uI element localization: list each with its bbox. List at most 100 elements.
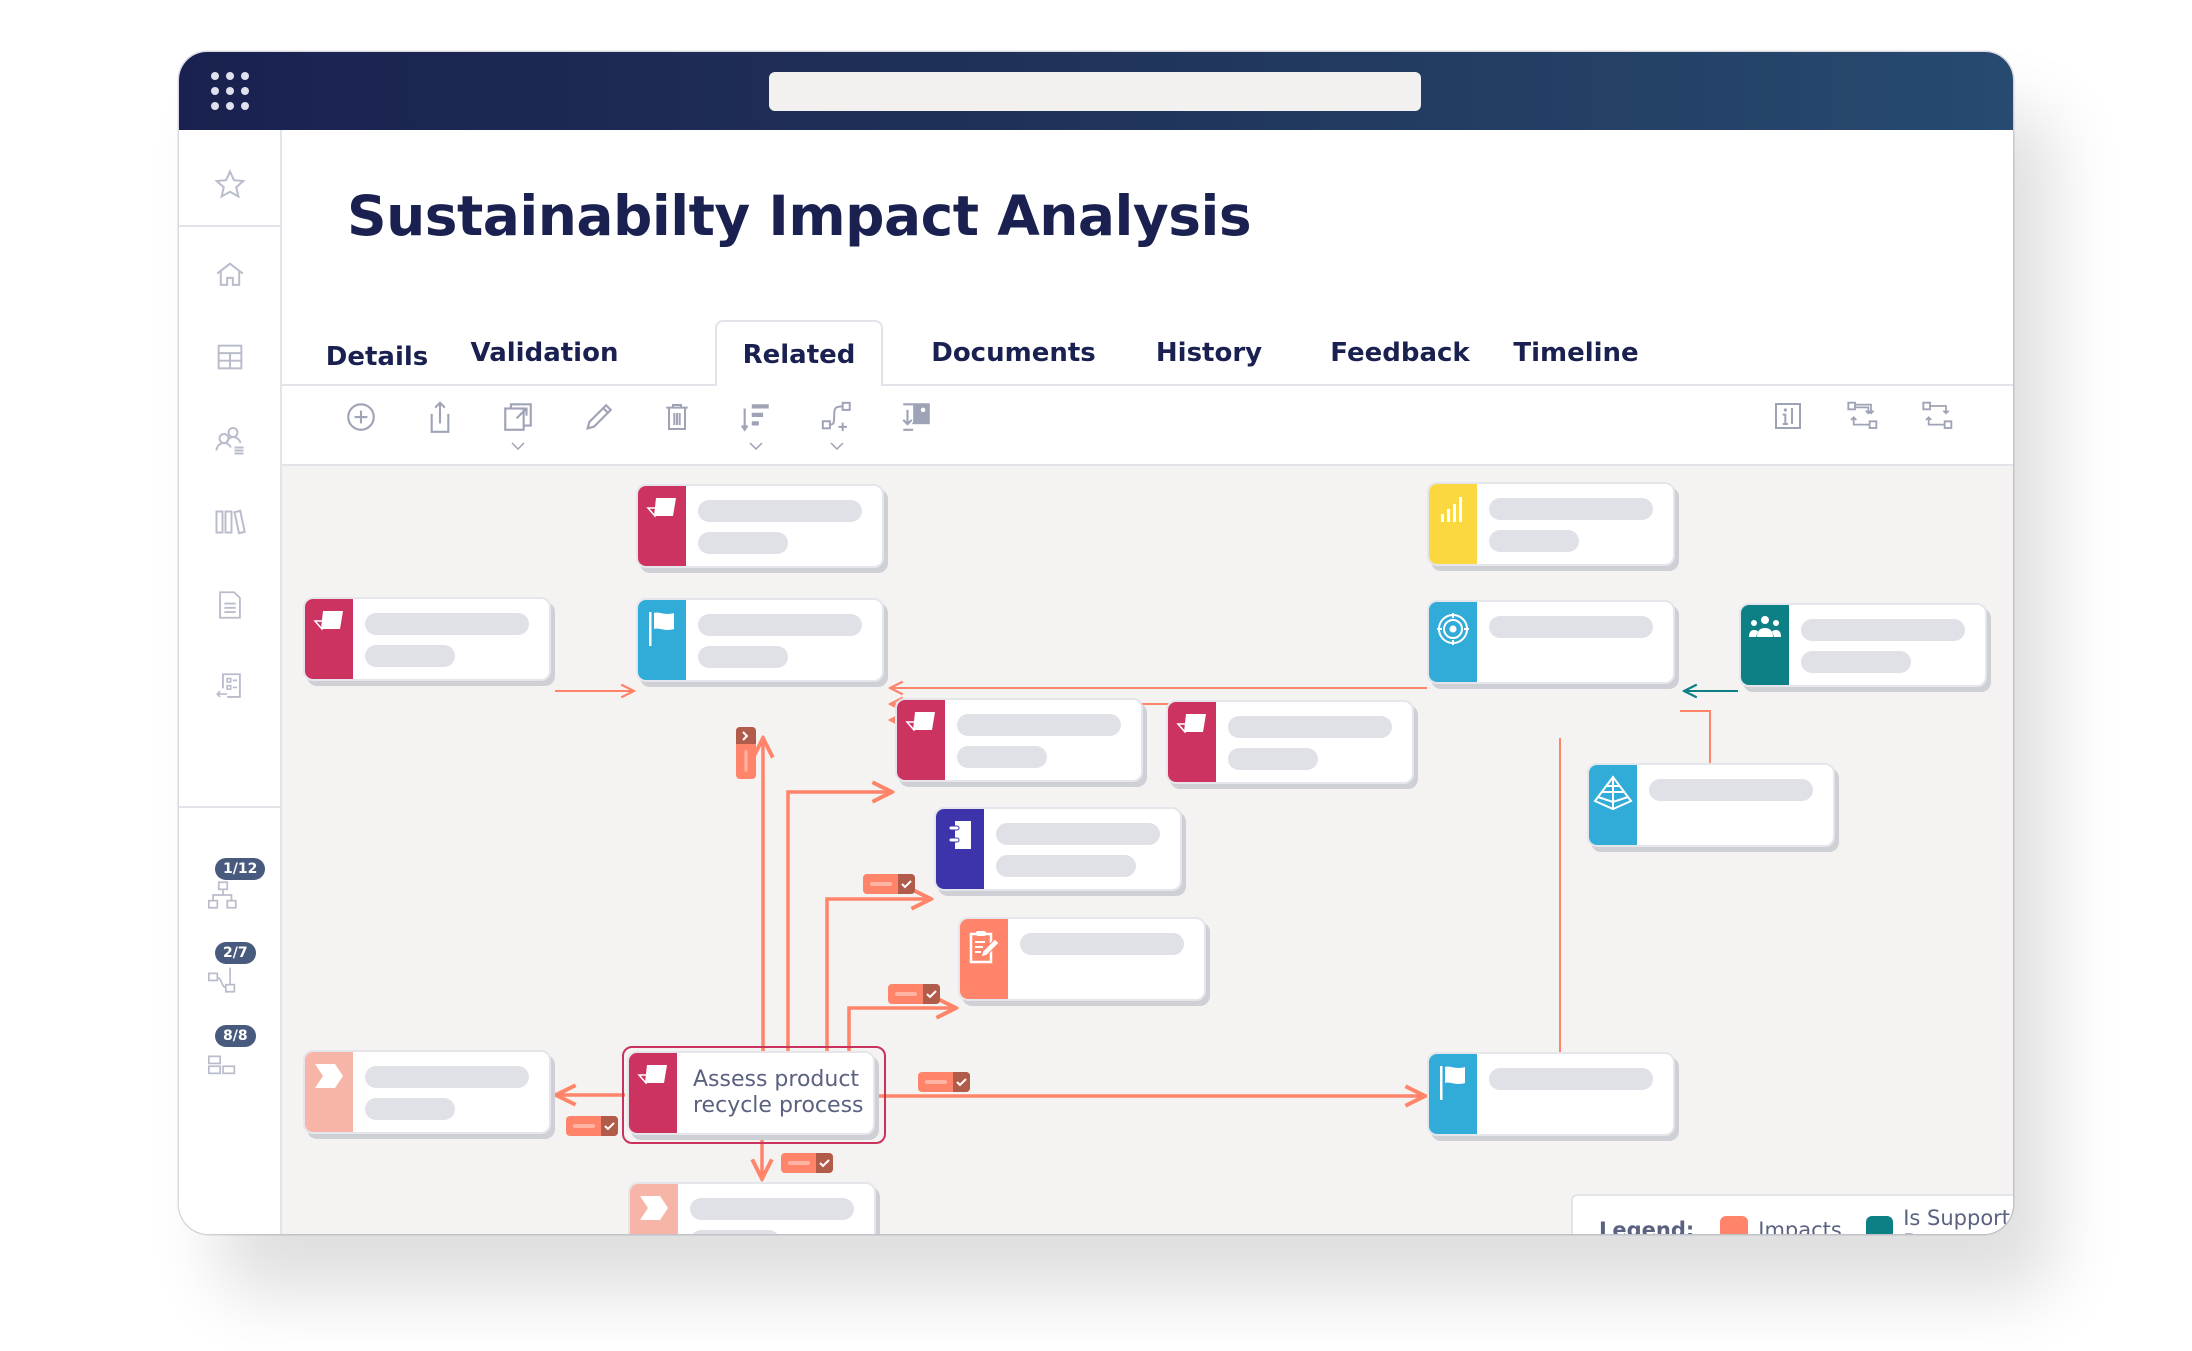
relations-canvas[interactable]: Assess product recycle process Legend: I… [282, 466, 2013, 1234]
tab-related[interactable]: Related [715, 320, 883, 388]
home-icon [216, 262, 243, 286]
delete-button[interactable] [655, 400, 699, 450]
node-type-band [630, 1184, 678, 1234]
document-icon [218, 591, 241, 619]
node-subtitle-placeholder [698, 646, 788, 668]
link-n8-n4[interactable] [786, 792, 892, 1052]
node-milestone[interactable] [636, 598, 884, 682]
export-button[interactable] [418, 400, 462, 450]
legend-title: Legend: [1599, 1217, 1695, 1235]
node-kpi[interactable] [1427, 482, 1675, 566]
relation-badge-collapse[interactable] [735, 726, 757, 780]
objective-icon [646, 498, 676, 518]
node-objective-selected[interactable]: Assess product recycle process [627, 1051, 875, 1135]
connect-icon [821, 401, 851, 432]
add-button[interactable] [339, 400, 383, 450]
connect-button[interactable] [815, 400, 859, 450]
download-image-icon [902, 403, 930, 431]
relations-button[interactable] [1916, 400, 1960, 450]
grid-count-badge: 8/8 [215, 1025, 256, 1047]
node-subtitle-placeholder [957, 746, 1047, 768]
swap-relations-icon [1847, 401, 1878, 429]
star-icon [213, 169, 246, 199]
sidebar-item-favorites[interactable] [179, 155, 280, 215]
node-team[interactable] [1739, 603, 1987, 687]
tab-validation[interactable]: Validation [457, 320, 632, 386]
search-input[interactable] [769, 72, 1421, 111]
node-goal[interactable] [1427, 600, 1675, 684]
relation-badge-approved[interactable] [780, 1152, 834, 1174]
legend-item-supported-by: Is Supported By [1865, 1205, 2013, 1235]
edit-button[interactable] [577, 400, 621, 450]
node-title-placeholder [1489, 498, 1653, 520]
legend-label: Is Supported By [1903, 1205, 2013, 1235]
sidebar-item-table[interactable] [179, 327, 280, 387]
node-process[interactable] [628, 1182, 876, 1234]
node-type-band [305, 1052, 353, 1132]
node-objective[interactable] [1166, 700, 1414, 784]
sidebar-view-flow[interactable]: 2/7 [179, 942, 280, 1002]
node-type-band [305, 599, 353, 679]
node-strategy[interactable] [1587, 763, 1835, 847]
tab-feedback[interactable]: Feedback [1315, 320, 1485, 386]
node-process[interactable] [303, 1050, 551, 1134]
node-objective[interactable] [303, 597, 551, 681]
sidebar-item-checklist[interactable] [179, 657, 280, 717]
node-title-placeholder [1649, 779, 1813, 801]
swap-relations-button[interactable] [1841, 400, 1885, 450]
app-launcher-icon[interactable] [211, 72, 251, 112]
node-type-band [1168, 702, 1216, 782]
sidebar-item-home[interactable] [179, 245, 280, 305]
sidebar-divider [179, 806, 280, 808]
toolbar [282, 386, 2013, 466]
sidebar-divider [179, 225, 280, 227]
download-image-button[interactable] [894, 400, 938, 450]
relation-badge-approved[interactable] [887, 983, 941, 1005]
legend-item-impacts: Impacts [1720, 1215, 1842, 1235]
node-milestone[interactable] [1427, 1052, 1675, 1136]
objective-icon [1176, 714, 1206, 734]
sidebar-view-grid[interactable]: 8/8 [179, 1025, 280, 1085]
chevron-process-icon [640, 1196, 668, 1220]
top-bar [179, 52, 2013, 130]
flow-icon [207, 967, 235, 993]
tab-documents[interactable]: Documents [906, 320, 1121, 386]
link-n8-n6[interactable] [825, 899, 931, 1052]
notebook-icon [948, 821, 971, 849]
node-title-placeholder [365, 1066, 529, 1088]
sidebar-item-library[interactable] [179, 492, 280, 552]
sort-button[interactable] [734, 400, 778, 450]
node-title-placeholder [1801, 619, 1965, 641]
chevron-down-icon [830, 442, 844, 450]
node-objective[interactable] [636, 484, 884, 568]
node-objective[interactable] [895, 698, 1143, 782]
open-external-button[interactable] [496, 400, 540, 450]
add-icon [347, 403, 375, 431]
tab-bar: Details Validation Related Documents His… [282, 320, 2013, 388]
sidebar-view-hierarchy[interactable]: 1/12 [179, 858, 280, 918]
sidebar-item-users[interactable] [179, 410, 280, 470]
sidebar-item-document[interactable] [179, 575, 280, 635]
legend-label: Impacts [1758, 1217, 1842, 1235]
tab-details[interactable]: Details [322, 324, 432, 390]
node-label: Assess product recycle process [693, 1067, 864, 1118]
node-type-band [1741, 605, 1789, 685]
relation-badge-approved[interactable] [565, 1115, 619, 1137]
app-window: 1/12 2/7 8/8 Sustainabilty Impact Analys… [179, 52, 2013, 1234]
info-button[interactable] [1766, 400, 1810, 450]
node-subtitle-placeholder [1801, 651, 1911, 673]
node-title-placeholder [957, 714, 1121, 736]
node-title-placeholder [1489, 1068, 1653, 1090]
tab-timeline[interactable]: Timeline [1506, 320, 1646, 386]
node-subtitle-placeholder [365, 1098, 455, 1120]
relation-badge-approved[interactable] [862, 873, 916, 895]
node-title-placeholder [365, 613, 529, 635]
node-title-placeholder [1228, 716, 1392, 738]
node-title-placeholder [690, 1198, 854, 1220]
relation-badge-approved[interactable] [917, 1071, 971, 1093]
node-policy[interactable] [934, 807, 1182, 891]
tab-history[interactable]: History [1144, 320, 1274, 386]
target-icon [1437, 613, 1469, 645]
node-assessment[interactable] [958, 917, 1206, 1001]
page-title: Sustainabilty Impact Analysis [347, 184, 1252, 248]
